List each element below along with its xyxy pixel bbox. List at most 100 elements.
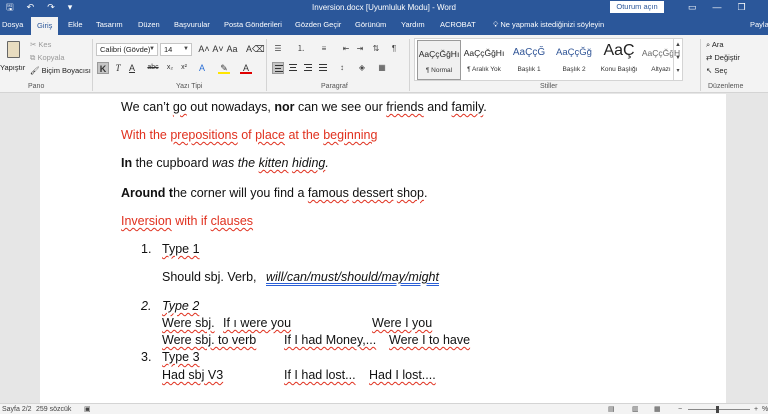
signin-button[interactable]: Oturum açın	[610, 1, 664, 13]
style-heading-2[interactable]: AaÇçĞğ Başlık 2	[552, 40, 596, 80]
chevron-up-icon[interactable]: ▲	[674, 39, 682, 52]
print-layout-icon[interactable]: ▥	[632, 405, 639, 414]
separator	[409, 39, 410, 91]
underline-icon[interactable]: A	[126, 62, 138, 74]
style-preview: AaÇ	[603, 42, 635, 59]
web-layout-icon[interactable]: ▦	[654, 405, 661, 414]
replace-label: Değiştir	[714, 53, 740, 62]
replace-button[interactable]: ⇄ Değiştir	[706, 53, 740, 63]
align-left-icon[interactable]	[272, 62, 284, 74]
font-color-icon[interactable]: A	[240, 62, 252, 74]
ribbon-display-icon[interactable]: ▭	[688, 1, 697, 13]
text-run: dessert	[352, 186, 394, 200]
shrink-font-icon[interactable]: A˅	[212, 43, 224, 55]
tell-me-box[interactable]: 💡︎ Ne yapmak istediğinizi söyleyin	[493, 19, 604, 31]
text-run: Had I lost....	[369, 368, 436, 382]
text-run: friends	[386, 100, 424, 114]
style-heading-1[interactable]: AaÇçĞ Başlık 1	[507, 40, 551, 80]
more-styles-icon[interactable]: ▾	[674, 65, 682, 78]
pilcrow-icon[interactable]: ¶	[388, 43, 400, 54]
change-case-icon[interactable]: Aa	[226, 43, 238, 55]
font-size-combo[interactable]: 14 ▼	[160, 43, 192, 56]
align-center-icon[interactable]	[287, 62, 299, 74]
increase-indent-icon[interactable]: ⇥	[354, 43, 366, 54]
text-run: out nowadays,	[186, 100, 275, 114]
line-spacing-icon[interactable]: ↕	[336, 62, 348, 73]
tab-basvurular[interactable]: Başvurular	[174, 19, 210, 31]
copy-icon: ⧉	[30, 53, 36, 62]
list-number: 1.	[141, 242, 152, 256]
font-size-value: 14	[164, 45, 173, 54]
select-button[interactable]: ↖ Seç	[706, 66, 727, 76]
read-mode-icon[interactable]: ▤	[608, 405, 615, 414]
cursor-icon: ↖	[706, 66, 713, 75]
proofing-icon[interactable]: ▣	[84, 405, 91, 414]
copy-button[interactable]: ⧉ Kopyala	[30, 53, 65, 63]
chevron-down-icon[interactable]: ▼	[674, 52, 682, 65]
multilevel-list-icon[interactable]: ≡	[318, 43, 330, 54]
text-run: Were I you	[372, 316, 433, 330]
font-name-value: Calibri (Gövde)	[100, 45, 151, 54]
grow-font-icon[interactable]: A˄	[198, 43, 210, 55]
shading-icon[interactable]: ◈	[356, 62, 368, 73]
zoom-in-icon[interactable]: +	[754, 405, 758, 414]
ribbon: Yapıştır ✂ Kes ⧉ Kopyala 🖌︎ Biçim Boyacı…	[0, 35, 768, 93]
tab-acrobat[interactable]: ACROBAT	[440, 19, 476, 31]
borders-icon[interactable]: ▦	[376, 62, 388, 73]
style-no-spacing[interactable]: AaÇçĞğHı ¶ Aralık Yok	[462, 40, 506, 80]
text-run: hiding	[291, 156, 326, 170]
strikethrough-icon[interactable]: abc	[147, 62, 159, 74]
paste-button[interactable]: Yapıştır	[0, 39, 25, 79]
document-area[interactable]: We can’t go out nowadays, nor can we see…	[0, 94, 768, 403]
highlight-icon[interactable]: ✎	[218, 62, 230, 74]
decrease-indent-icon[interactable]: ⇤	[340, 43, 352, 54]
format-painter-button[interactable]: 🖌︎ Biçim Boyacısı	[30, 66, 91, 76]
tab-gorunum[interactable]: Görünüm	[355, 19, 386, 31]
share-button[interactable]: Payla	[750, 19, 768, 31]
style-normal[interactable]: AaÇçĞğHı ¶ Normal	[417, 40, 461, 80]
bold-icon[interactable]: K	[97, 62, 109, 74]
text-run: and	[423, 100, 452, 114]
word-count[interactable]: 259 sözcük	[36, 405, 71, 414]
zoom-out-icon[interactable]: −	[678, 405, 682, 414]
bullets-icon[interactable]: ☰	[272, 43, 284, 54]
separator	[266, 39, 267, 91]
style-title[interactable]: AaÇ Konu Başlığı	[597, 40, 641, 80]
text-effects-icon[interactable]: A	[196, 62, 208, 74]
maximize-icon[interactable]: ❐	[738, 1, 746, 13]
zoom-slider-thumb[interactable]	[716, 406, 719, 413]
cut-button[interactable]: ✂ Kes	[30, 40, 51, 50]
clear-format-icon[interactable]: A⌫	[246, 43, 265, 55]
styles-gallery: AaÇçĞğHı ¶ Normal AaÇçĞğHı ¶ Aralık Yok …	[414, 38, 683, 81]
zoom-slider[interactable]	[688, 409, 750, 410]
sort-icon[interactable]: ⇅	[370, 43, 382, 54]
page-count[interactable]: Sayfa 2/2	[2, 405, 32, 414]
text-run: In	[121, 156, 133, 170]
tab-duzen[interactable]: Düzen	[138, 19, 160, 31]
subscript-icon[interactable]: x₂	[164, 62, 176, 74]
tab-giris[interactable]: Giriş	[31, 17, 59, 35]
numbering-icon[interactable]: ⒈	[295, 43, 307, 54]
justify-icon[interactable]	[317, 62, 329, 74]
document-page[interactable]: We can’t go out nowadays, nor can we see…	[40, 94, 726, 403]
text-run: family	[451, 100, 484, 114]
tab-ekle[interactable]: Ekle	[68, 19, 83, 31]
align-right-icon[interactable]	[302, 62, 314, 74]
tab-tasarim[interactable]: Tasarım	[96, 19, 123, 31]
font-name-combo[interactable]: Calibri (Gövde) ▼	[96, 43, 158, 56]
separator	[92, 39, 93, 91]
tab-posta[interactable]: Posta Gönderileri	[224, 19, 282, 31]
superscript-icon[interactable]: x²	[178, 62, 190, 74]
window-controls: ▭ — ❐	[688, 1, 746, 13]
text-run: Were I to have	[389, 333, 471, 347]
italic-icon[interactable]: T	[112, 62, 124, 74]
minimize-icon[interactable]: —	[713, 1, 722, 13]
styles-scroll[interactable]: ▲ ▼ ▾	[673, 39, 682, 80]
tab-dosya[interactable]: Dosya	[2, 19, 23, 31]
scissors-icon: ✂	[30, 40, 37, 49]
tab-yardim[interactable]: Yardım	[401, 19, 425, 31]
zoom-level[interactable]: %	[762, 405, 768, 414]
doc-line: will/can/must/should/may/might	[266, 269, 439, 285]
find-button[interactable]: ⌕ Ara	[706, 40, 724, 50]
tab-gozden-gecir[interactable]: Gözden Geçir	[295, 19, 341, 31]
